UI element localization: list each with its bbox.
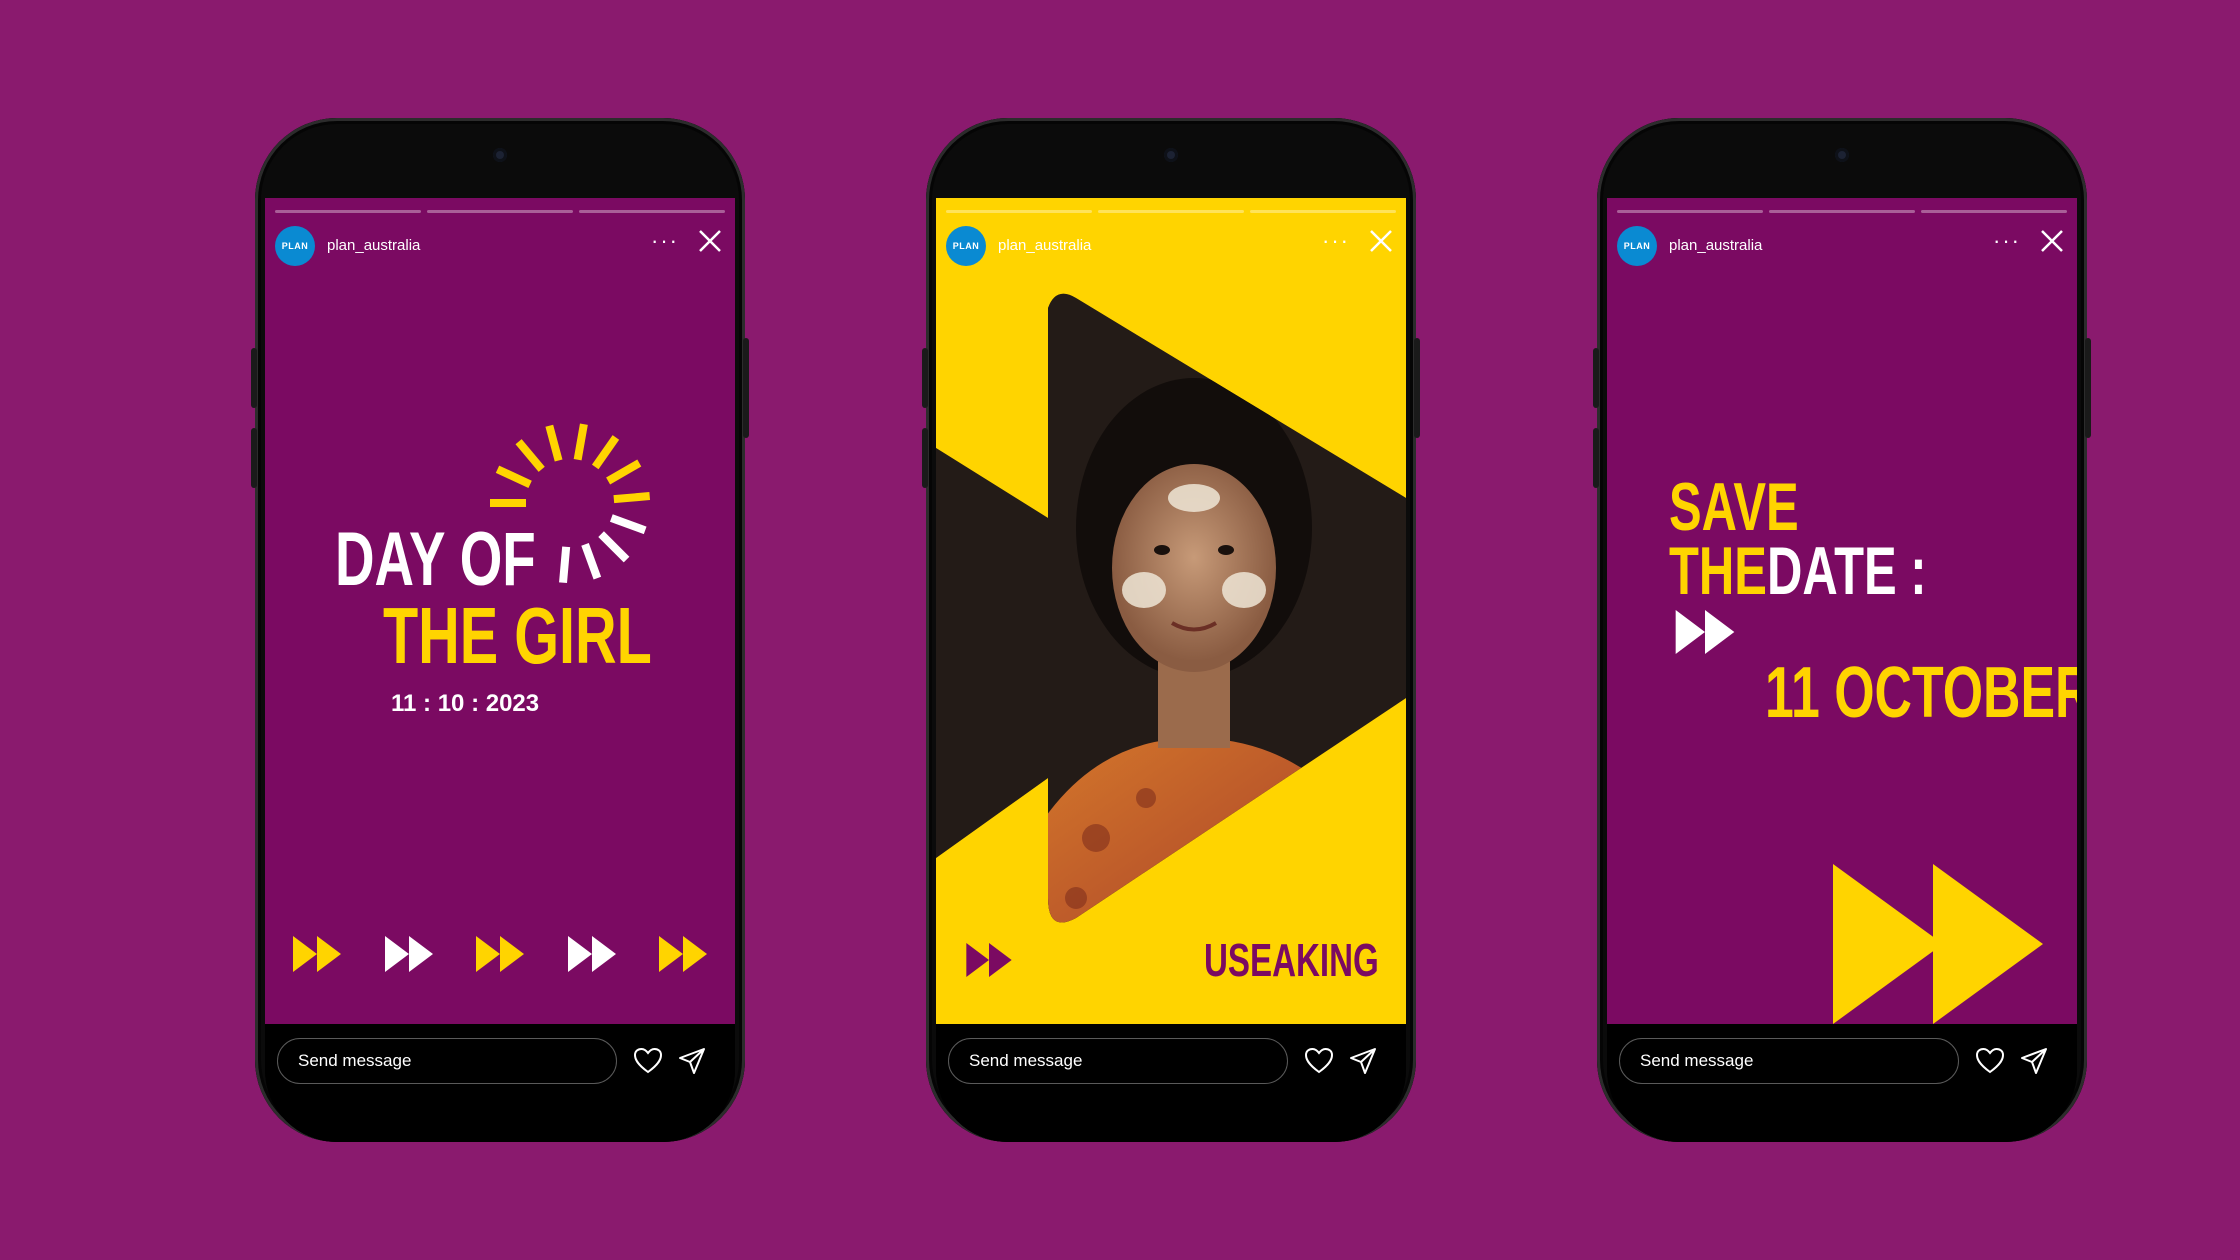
story-username[interactable]: plan_australia	[327, 237, 420, 254]
fast-forward-icon	[385, 936, 433, 972]
story-save-the-date[interactable]: PLAN plan_australia ··· SAVE THE DATE : …	[1607, 198, 2077, 1024]
story-username[interactable]: plan_australia	[998, 237, 1091, 254]
story-portrait[interactable]: PLAN plan_australia ··· USEAKING	[936, 198, 1406, 1024]
close-icon[interactable]	[2037, 226, 2067, 256]
sunburst-ray	[573, 423, 588, 461]
sunburst-ray	[581, 542, 602, 580]
more-options-icon[interactable]: ···	[651, 228, 679, 254]
story-username[interactable]: plan_australia	[1669, 237, 1762, 254]
phone-2-screen: PLAN plan_australia ··· USEAKING	[936, 198, 1406, 1142]
story-reply-bar	[265, 1024, 735, 1142]
heart-icon[interactable]	[633, 1046, 663, 1076]
more-options-icon[interactable]: ···	[1993, 228, 2021, 254]
story-day-of-the-girl[interactable]: PLAN plan_australia ··· DAY OF THE GIRL …	[265, 198, 735, 1024]
close-icon[interactable]	[1366, 226, 1396, 256]
plan-logo-icon[interactable]: PLAN	[275, 226, 315, 266]
fast-forward-icon	[1675, 610, 1735, 654]
event-date: 11 : 10 : 2023	[391, 690, 540, 717]
event-day: 11 OCTOBER	[1765, 653, 2077, 733]
close-icon[interactable]	[695, 226, 725, 256]
the-word: THE	[1669, 533, 1767, 609]
story-header: PLAN plan_australia ···	[275, 224, 725, 268]
story-header: PLAN plan_australia ···	[946, 224, 1396, 268]
front-camera	[1164, 148, 1178, 162]
story-reply-bar	[936, 1024, 1406, 1142]
story-progress	[946, 210, 1396, 213]
heart-icon[interactable]	[1304, 1046, 1334, 1076]
phone-1-screen: PLAN plan_australia ··· DAY OF THE GIRL …	[265, 198, 735, 1142]
story-progress	[275, 210, 725, 213]
plan-logo-icon[interactable]: PLAN	[1617, 226, 1657, 266]
story-reply-bar	[1607, 1024, 2077, 1142]
fast-forward-icon	[659, 936, 707, 972]
fast-forward-icon	[966, 943, 1012, 977]
send-message-input[interactable]	[1619, 1038, 1959, 1084]
sunburst-ray	[495, 465, 532, 489]
send-message-input[interactable]	[277, 1038, 617, 1084]
front-camera	[1835, 148, 1849, 162]
sunburst-ray	[545, 424, 563, 462]
sunburst-ray	[609, 514, 647, 535]
story-header: PLAN plan_australia ···	[1617, 224, 2067, 268]
headline-line-2: THE GIRL	[383, 591, 652, 680]
fast-forward-icon	[293, 936, 341, 972]
phone-3-screen: PLAN plan_australia ··· SAVE THE DATE : …	[1607, 198, 2077, 1142]
hashtag-label: USEAKING	[1204, 934, 1379, 986]
fast-forward-icon	[568, 936, 616, 972]
fast-forward-icon	[1833, 864, 2043, 1024]
sunburst-ray	[613, 492, 651, 504]
more-options-icon[interactable]: ···	[1322, 228, 1350, 254]
sunburst-ray	[559, 546, 571, 584]
sunburst-ray	[515, 439, 545, 472]
story-progress	[1617, 210, 2067, 213]
front-camera	[493, 148, 507, 162]
send-message-input[interactable]	[948, 1038, 1288, 1084]
sunburst-ray	[598, 531, 630, 563]
phone-2: PLAN plan_australia ··· USEAKING	[922, 118, 1420, 1142]
send-icon[interactable]	[2019, 1046, 2049, 1076]
fast-forward-icon	[476, 936, 524, 972]
sunburst-ray	[591, 435, 620, 470]
send-icon[interactable]	[677, 1046, 707, 1076]
plan-logo-icon[interactable]: PLAN	[946, 226, 986, 266]
phone-1: PLAN plan_australia ··· DAY OF THE GIRL …	[251, 118, 749, 1142]
phone-3: PLAN plan_australia ··· SAVE THE DATE : …	[1593, 118, 2091, 1142]
sunburst-ray	[606, 459, 642, 485]
heart-icon[interactable]	[1975, 1046, 2005, 1076]
portrait-photo	[936, 293, 1406, 923]
date-word: DATE :	[1767, 533, 1927, 609]
send-icon[interactable]	[1348, 1046, 1378, 1076]
